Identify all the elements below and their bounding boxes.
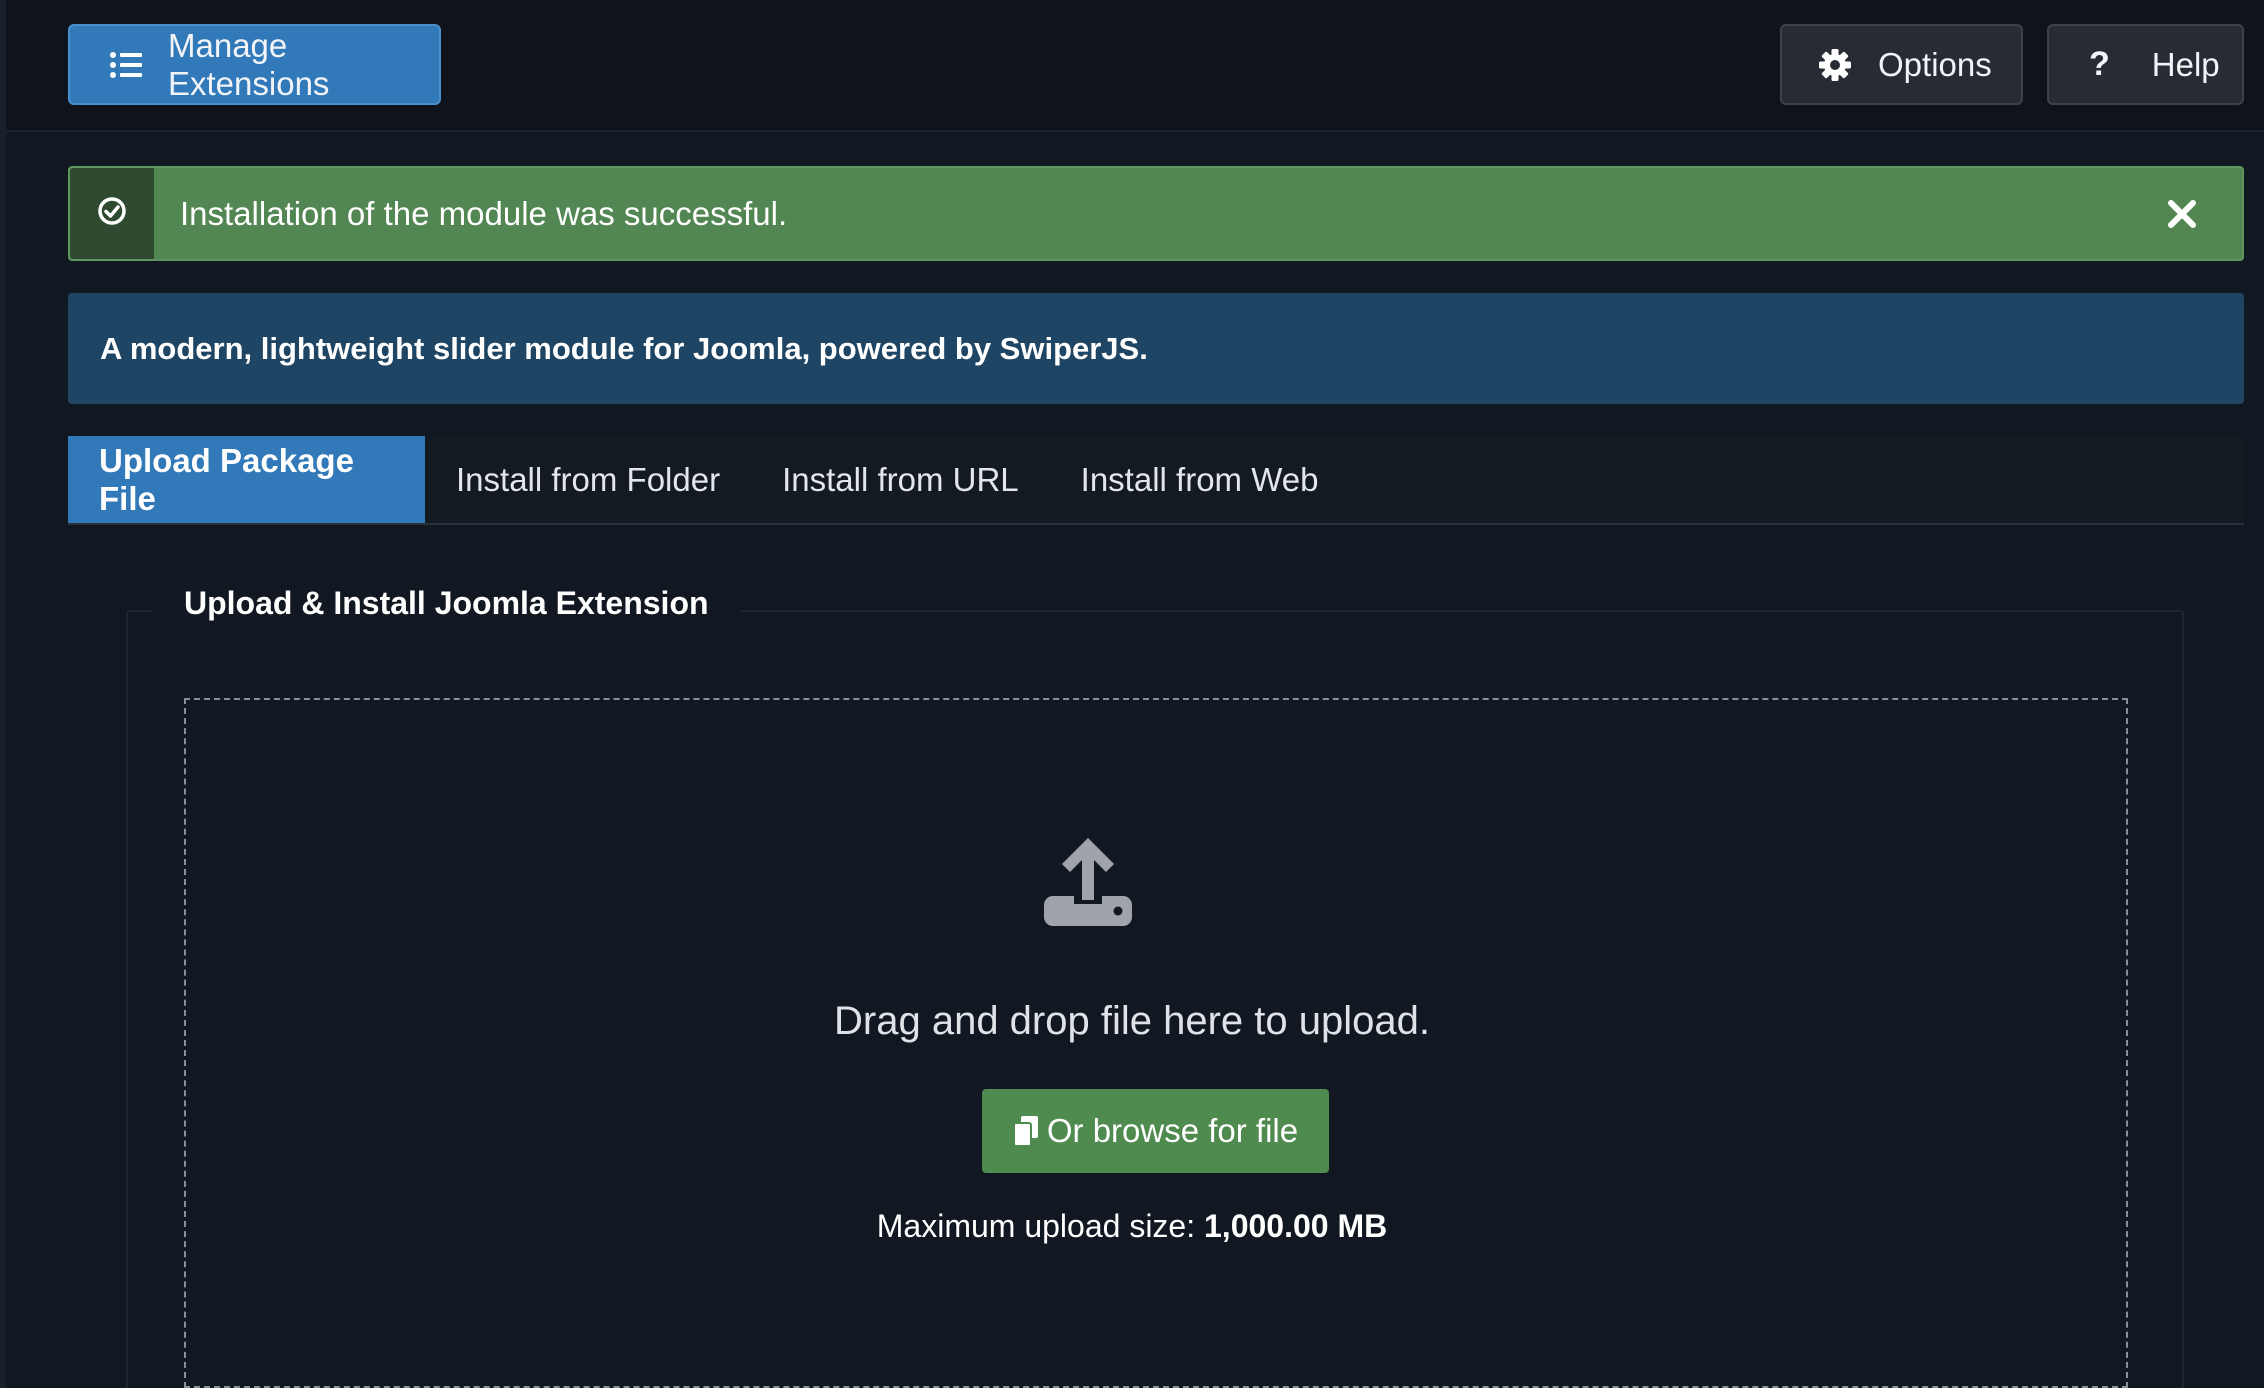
max-upload-label: Maximum upload size: [876,1208,1204,1244]
alert-message: Installation of the module was successfu… [180,194,788,232]
max-upload-value: 1,000.00 MB [1204,1208,1388,1244]
help-button[interactable]: ? Help [2047,24,2244,105]
check-circle-icon [97,196,127,231]
success-alert: Installation of the module was successfu… [68,166,2244,261]
manage-extensions-button[interactable]: Manage Extensions [68,24,441,105]
tab-upload-package-file[interactable]: Upload Package File [68,436,425,523]
upload-legend: Upload & Install Joomla Extension [152,585,741,622]
copy-icon [1012,1115,1039,1147]
tab-install-from-web[interactable]: Install from Web [1050,436,1350,523]
help-label: Help [2151,45,2220,83]
page: Manage Extensions Options ? Help Install… [0,0,2264,1388]
max-upload-size: Maximum upload size: 1,000.00 MB [0,1208,2264,1245]
browse-file-button[interactable]: Or browse for file [982,1089,1329,1173]
alert-icon-box [70,168,154,259]
tab-install-from-folder[interactable]: Install from Folder [425,436,751,523]
options-button[interactable]: Options [1780,24,2023,105]
manage-extensions-label: Manage Extensions [168,26,330,102]
install-tabs: Upload Package File Install from Folder … [68,436,2244,525]
toolbar: Manage Extensions Options ? Help [6,0,2264,132]
options-label: Options [1878,45,1992,83]
list-icon [110,51,142,79]
gear-icon [1818,48,1852,82]
upload-icon [1038,832,1138,932]
tab-install-from-url[interactable]: Install from URL [751,436,1050,523]
drag-drop-text: Drag and drop file here to upload. [834,999,1430,1043]
extension-description: A modern, lightweight slider module for … [68,293,2244,404]
left-rail [0,0,6,1388]
browse-file-label: Or browse for file [1046,1112,1299,1149]
close-icon[interactable] [2162,194,2202,234]
upload-panel: Upload & Install Joomla Extension [68,525,2244,1388]
question-icon: ? [2089,45,2110,83]
